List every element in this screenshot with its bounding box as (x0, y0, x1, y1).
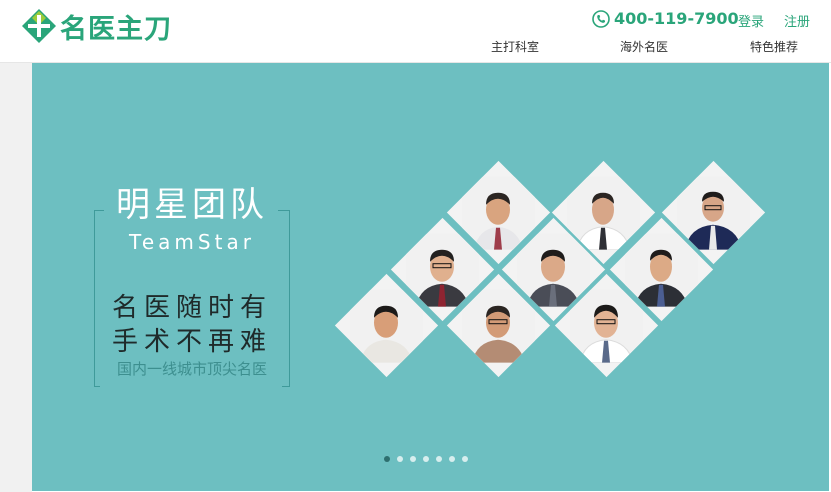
carousel-dot[interactable] (397, 456, 403, 462)
top-header: 名医主刀 400-119-7900 登录 注册 主打科室 海外名医 特色推荐 (0, 0, 831, 63)
banner-slogan-line2: 手术不再难 (111, 327, 272, 357)
logo-text: 名医主刀 (60, 13, 172, 45)
carousel-indicators (384, 456, 468, 462)
phone-number: 400-119-7900 (592, 9, 739, 28)
nav-main-departments[interactable]: 主打科室 (491, 38, 539, 55)
hero-banner[interactable]: 明星团队 TeamStar 名医随时有 手术不再难 国内一线城市顶尖名医 (32, 63, 829, 491)
carousel-dot[interactable] (423, 456, 429, 462)
register-link[interactable]: 注册 (784, 11, 810, 30)
site-logo[interactable]: 名医主刀 (22, 6, 172, 46)
carousel-dot[interactable] (462, 456, 468, 462)
carousel-dot[interactable] (436, 456, 442, 462)
nav-featured[interactable]: 特色推荐 (750, 38, 798, 55)
left-gutter (0, 63, 32, 492)
carousel-dot[interactable] (384, 456, 390, 462)
banner-tagline: 国内一线城市顶尖名医 (116, 360, 267, 378)
banner-subtitle-en: TeamStar (129, 230, 255, 254)
phone-number-text: 400-119-7900 (614, 9, 739, 28)
banner-slogan-line1: 名医随时有 (111, 293, 272, 323)
phone-icon (592, 9, 610, 28)
nav-overseas-doctors[interactable]: 海外名医 (620, 38, 668, 55)
carousel-dot[interactable] (449, 456, 455, 462)
banner-title: 明星团队 (116, 185, 268, 225)
login-link[interactable]: 登录 (738, 11, 764, 30)
carousel-dot[interactable] (410, 456, 416, 462)
cross-logo-icon (22, 9, 56, 43)
